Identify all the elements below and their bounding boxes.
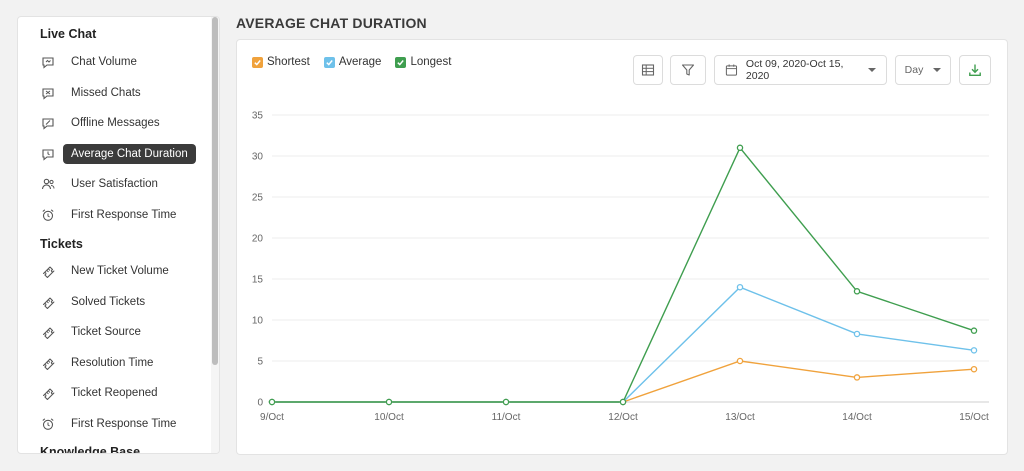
sidebar-item-chat-volume[interactable]: Chat Volume [40,51,137,73]
data-point[interactable] [385,398,393,406]
alarm-clock-icon [40,416,56,432]
data-point[interactable] [970,365,978,373]
series-line-shortest [272,360,975,403]
y-tick-label: 25 [252,193,264,204]
x-tick-label: 15/Oct [959,412,989,423]
y-tick-label: 30 [252,152,264,163]
x-tick-label: 14/Oct [842,412,872,423]
sidebar-item-label: Offline Messages [71,117,160,130]
line-chart: 0 5 10 15 20 25 30 35 9/Oct 10/Oct 11/Oct 12/Oct 13/… [252,111,989,423]
data-point[interactable] [970,347,978,354]
x-tick-label: 11/Oct [492,412,521,423]
y-tick-label: 20 [252,234,264,245]
sidebar-item-first-response-time[interactable]: First Response Time [40,413,176,435]
sidebar-item-label: First Response Time [71,209,177,221]
y-tick-label: 5 [257,357,263,368]
missed-chats-icon [40,85,56,101]
series-line-average [272,286,975,403]
data-point[interactable] [853,330,861,338]
chat-volume-icon [40,54,56,70]
sidebar-item-first-response-time[interactable]: First Response Time [40,204,176,226]
sidebar-item-label: User Satisfaction [71,178,158,191]
sidebar-item-ticket-reopened[interactable]: Ticket Reopened [40,382,158,404]
sidebar-section-title: Knowledge Base [40,445,141,454]
user-satisfaction-icon [40,176,56,192]
sidebar-item-label: Solved Tickets [71,295,146,308]
sidebar-item-new-ticket-volume[interactable]: New Ticket Volume [40,260,169,282]
alarm-clock-icon [40,207,56,223]
sidebar: Live Chat Chat Volume Missed Chats Offline … [17,16,220,454]
data-point[interactable] [502,398,510,406]
data-point[interactable] [736,144,744,152]
sidebar-item-average-chat-duration[interactable]: Average Chat Duration [40,143,196,165]
sidebar-item-label: Missed Chats [71,86,141,99]
y-tick-label: 35 [252,111,264,122]
sidebar-item-missed-chats[interactable]: Missed Chats [40,82,141,104]
chart-panel: Shortest Average Longest Oct 09, 2020-Oct … [236,39,1008,455]
y-tick-label: 15 [252,275,264,286]
sidebar-item-solved-tickets[interactable]: Solved Tickets [40,291,145,313]
sidebar-item-resolution-time[interactable]: Resolution Time [40,352,153,374]
sidebar-section-title: Live Chat [40,27,97,41]
x-tick-label: 10/Oct [374,412,404,423]
x-tick-label: 13/Oct [725,412,755,423]
page-title: AVERAGE CHAT DURATION [236,15,427,31]
ticket-icon [40,385,56,401]
data-point[interactable] [970,327,978,334]
x-tick-label: 12/Oct [608,412,638,423]
data-point[interactable] [853,288,861,295]
ticket-icon [40,263,56,279]
series-line-longest [272,146,975,403]
sidebar-scrollbar[interactable] [211,17,219,453]
ticket-icon [40,324,56,340]
x-tick-label: 9/Oct [260,412,284,423]
sidebar-item-label: Ticket Source [71,326,141,339]
sidebar-item-label: Resolution Time [71,356,154,369]
sidebar-item-label: Average Chat Duration [63,143,196,164]
sidebar-item-offline-messages[interactable]: Offline Messages [40,112,160,134]
ticket-icon [40,355,56,371]
sidebar-item-label: Chat Volume [71,56,137,68]
y-tick-label: 10 [252,316,264,327]
data-point[interactable] [736,357,744,365]
sidebar-item-user-satisfaction[interactable]: User Satisfaction [40,173,158,195]
sidebar-item-label: Ticket Reopened [71,387,158,400]
ticket-icon [40,294,56,310]
data-point[interactable] [268,398,276,406]
offline-messages-icon [40,115,56,131]
data-point[interactable] [619,398,627,406]
sidebar-item-label: New Ticket Volume [71,265,169,277]
sidebar-item-ticket-source[interactable]: Ticket Source [40,321,141,343]
y-tick-label: 0 [257,398,263,409]
chat-duration-icon [40,146,56,162]
data-point[interactable] [736,283,744,291]
scrollbar-thumb[interactable] [212,17,218,365]
data-point[interactable] [853,374,861,381]
sidebar-item-label: First Response Time [71,418,177,430]
sidebar-section-title: Tickets [40,237,83,251]
